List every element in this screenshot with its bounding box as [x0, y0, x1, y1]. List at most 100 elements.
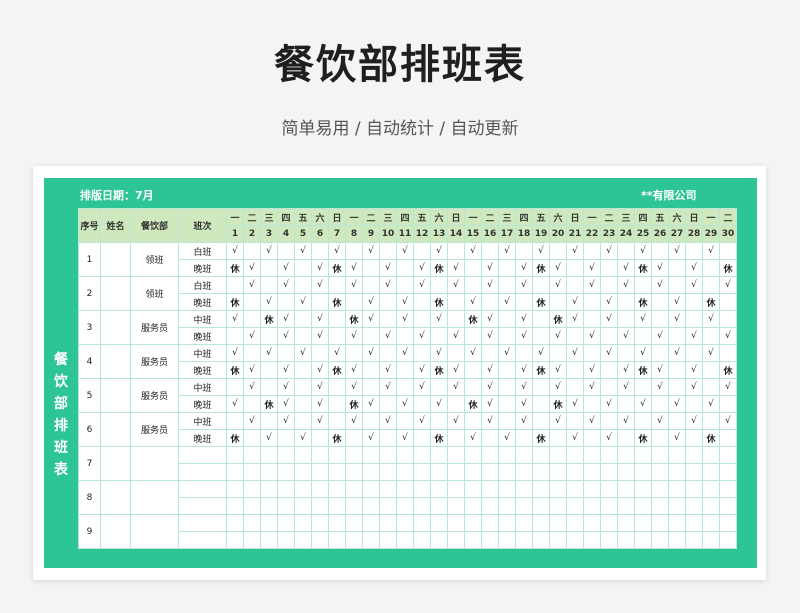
weekday-cell: 一	[464, 208, 482, 226]
schedule-cell: 休	[328, 429, 346, 447]
schedule-cell	[617, 480, 635, 498]
schedule-cell: √	[600, 310, 618, 328]
employee-no: 9	[78, 514, 101, 549]
schedule-date-label: 排版日期：7月	[80, 189, 154, 202]
schedule-cell	[549, 429, 567, 447]
schedule-cell	[481, 429, 499, 447]
weekday-cell: 四	[515, 208, 533, 226]
schedule-cell: √	[600, 293, 618, 311]
page-title: 餐饮部排班表	[274, 42, 526, 88]
schedule-cell: √	[260, 429, 278, 447]
employee-no: 8	[78, 480, 101, 515]
schedule-cell	[668, 327, 686, 345]
schedule-cell	[430, 531, 448, 549]
schedule-cell	[498, 378, 516, 396]
schedule-cell: √	[600, 429, 618, 447]
schedule-cell	[294, 480, 312, 498]
schedule-cell	[311, 344, 329, 362]
schedule-cell	[481, 497, 499, 515]
schedule-cell	[515, 429, 533, 447]
shift-label: 晚班	[178, 327, 227, 345]
side-title: 餐饮部排班表	[54, 352, 68, 478]
schedule-cell: √	[362, 344, 380, 362]
schedule-cell: √	[481, 378, 499, 396]
schedule-cell: √	[583, 327, 601, 345]
schedule-cell	[226, 497, 244, 515]
schedule-cell	[464, 412, 482, 430]
schedule-cell	[481, 344, 499, 362]
day-cell: 26	[651, 225, 669, 243]
day-cell: 18	[515, 225, 533, 243]
schedule-cell	[294, 463, 312, 481]
day-cell: 13	[430, 225, 448, 243]
schedule-cell	[294, 446, 312, 464]
schedule-cell: √	[243, 327, 261, 345]
schedule-cell	[481, 514, 499, 532]
schedule-cell	[583, 310, 601, 328]
schedule-cell: √	[549, 276, 567, 294]
schedule-cell	[226, 480, 244, 498]
schedule-cell	[294, 327, 312, 345]
schedule-cell: √	[362, 242, 380, 260]
schedule-cell	[515, 242, 533, 260]
schedule-cell	[600, 327, 618, 345]
schedule-cell: √	[515, 395, 533, 413]
schedule-cell	[311, 463, 329, 481]
schedule-cell	[634, 514, 652, 532]
schedule-cell	[260, 327, 278, 345]
schedule-cell	[396, 361, 414, 379]
schedule-cell	[498, 276, 516, 294]
schedule-cell	[685, 480, 703, 498]
weekday-cell: 三	[498, 208, 516, 226]
schedule-cell: √	[464, 429, 482, 447]
schedule-cell	[260, 446, 278, 464]
schedule-cell: √	[413, 327, 431, 345]
schedule-cell: 休	[702, 293, 720, 311]
schedule-cell: √	[515, 310, 533, 328]
schedule-cell	[413, 514, 431, 532]
schedule-cell: √	[243, 361, 261, 379]
schedule-cell	[345, 463, 363, 481]
schedule-cell	[668, 480, 686, 498]
schedule-cell	[243, 344, 261, 362]
schedule-cell: √	[685, 259, 703, 277]
table-row: 3 服务员 中班 √ 休 √ √ 休 √ √ √ 休 √ √ 休 √ √ √ √ √	[78, 310, 737, 345]
schedule-table: 序号 姓名 餐饮部 班次 一二三四五六日一二三四五六日一二三四五六日一二三四五六…	[78, 208, 737, 549]
schedule-cell	[379, 293, 397, 311]
schedule-cell	[226, 463, 244, 481]
schedule-cell: √	[260, 344, 278, 362]
schedule-cell	[566, 463, 584, 481]
schedule-cell	[413, 463, 431, 481]
shift-label: 中班	[178, 344, 227, 362]
schedule-cell: √	[600, 344, 618, 362]
schedule-cell: √	[260, 242, 278, 260]
schedule-cell: 休	[260, 395, 278, 413]
shift-label: 白班	[178, 276, 227, 294]
schedule-cell	[668, 412, 686, 430]
schedule-cell	[328, 497, 346, 515]
schedule-cell: √	[345, 276, 363, 294]
weekday-cell: 二	[243, 208, 261, 226]
schedule-cell	[583, 446, 601, 464]
schedule-cell	[345, 242, 363, 260]
schedule-cell: 休	[549, 395, 567, 413]
schedule-cell: 休	[532, 293, 550, 311]
schedule-cell	[481, 480, 499, 498]
schedule-cell: √	[277, 395, 295, 413]
schedule-cell	[260, 259, 278, 277]
schedule-cell	[600, 480, 618, 498]
schedule-cell	[583, 463, 601, 481]
weekday-cell: 日	[685, 208, 703, 226]
schedule-cell	[651, 310, 669, 328]
schedule-cell	[600, 378, 618, 396]
day-cell: 29	[702, 225, 720, 243]
schedule-cell	[311, 497, 329, 515]
schedule-cell	[345, 293, 363, 311]
schedule-cell: 休	[430, 361, 448, 379]
schedule-cell	[260, 378, 278, 396]
schedule-cell	[294, 310, 312, 328]
schedule-cell	[634, 531, 652, 549]
weekday-cell: 四	[396, 208, 414, 226]
day-cell: 14	[447, 225, 465, 243]
schedule-cell	[481, 446, 499, 464]
